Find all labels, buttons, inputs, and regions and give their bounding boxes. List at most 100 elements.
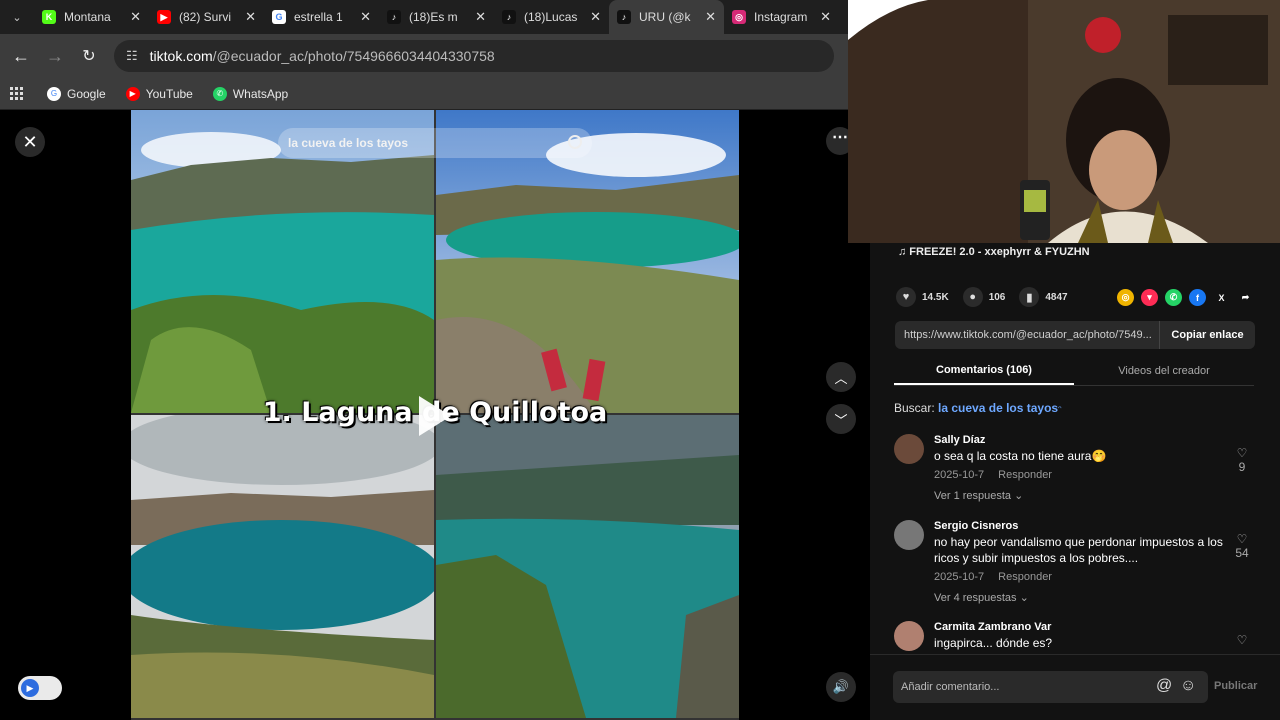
extension-toggle[interactable]: ▶ xyxy=(18,676,62,700)
photo-collage[interactable]: la cueva de los tayos 1. Laguna de Quill… xyxy=(131,110,739,720)
next-down-icon[interactable]: ﹀ xyxy=(826,404,856,434)
close-tab-icon[interactable]: ✕ xyxy=(360,9,371,25)
url-path: /@ecuador_ac/photo/7549666034404330758 xyxy=(212,48,495,64)
emoji-icon[interactable]: ☺ xyxy=(1180,677,1196,695)
tab-title: (18)Lucas xyxy=(524,10,578,24)
photo-search-suggestion[interactable]: la cueva de los tayos xyxy=(278,128,592,158)
avatar[interactable] xyxy=(894,434,924,464)
browser-tab-bar: ⌄ K Montana ✕ ▶ (82) Survi ✕ Gestrella 1 ✕ ♪ (18)… xyxy=(0,0,848,34)
browser-tab[interactable]: ♪ URU (@k ✕ xyxy=(609,0,724,34)
comment-action[interactable]: ● 106 xyxy=(962,287,1006,307)
post-actions: ♥ 14.5K ● 106 ▮ 4847 xyxy=(896,287,1082,307)
reply-link[interactable]: Responder xyxy=(998,469,1052,481)
comment-text: o sea q la costa no tiene aura🤭 xyxy=(934,449,1107,463)
tiktok-icon: ♪ xyxy=(387,10,401,24)
volume-icon[interactable]: 🔊 xyxy=(826,672,856,702)
view-replies[interactable]: Ver 4 respuestas ⌄ xyxy=(934,591,1224,604)
send-icon[interactable]: ▾ xyxy=(1141,289,1158,306)
browser-tab[interactable]: ◎ Instagram ✕ xyxy=(724,0,839,34)
comment-user[interactable]: Sally Díaz xyxy=(934,434,1224,446)
search-term[interactable]: la cueva de los tayos xyxy=(938,401,1058,415)
screen: ⌄ K Montana ✕ ▶ (82) Survi ✕ Gestrella 1 ✕ ♪ (18)… xyxy=(0,0,1280,720)
panel-tabs: Comentarios (106) Videos del creador xyxy=(894,356,1254,386)
back-arrow-icon[interactable]: ← xyxy=(4,39,38,73)
browser-tab[interactable]: ♪ (18)Lucas ✕ xyxy=(494,0,609,34)
search-icon[interactable] xyxy=(568,135,582,149)
browser-tab[interactable]: ♪ (18)Es m ✕ xyxy=(379,0,494,34)
browser-tab[interactable]: ▶ (82) Survi ✕ xyxy=(149,0,264,34)
like-action[interactable]: ♥ 14.5K xyxy=(896,287,949,307)
comment-text: no hay peor vandalismo que perdonar impu… xyxy=(934,535,1223,565)
embed-icon[interactable]: ◎ xyxy=(1117,289,1134,306)
comment-like[interactable]: ♡ 9 xyxy=(1230,446,1254,474)
comment-placeholder: Añadir comentario... xyxy=(901,681,1000,693)
comment-date: 2025-10-7 xyxy=(934,571,985,583)
bookmark-item[interactable]: ✆ WhatsApp xyxy=(212,86,288,101)
tab-title: Instagram xyxy=(754,10,808,24)
apps-grid-icon[interactable] xyxy=(10,87,23,100)
share-arrow-icon[interactable]: ➦ xyxy=(1237,289,1254,306)
music-title[interactable]: ♫ FREEZE! 2.0 - xxephyrr & FYUZHN xyxy=(898,246,1090,258)
post-link: https://www.tiktok.com/@ecuador_ac/photo… xyxy=(895,321,1255,349)
comment-like[interactable]: ♡ 54 xyxy=(1230,532,1254,560)
search-label: Buscar: xyxy=(894,401,935,415)
extension-knob-icon: ▶ xyxy=(21,679,39,697)
bookmark-icon: ▮ xyxy=(1019,287,1040,307)
close-tab-icon[interactable]: ✕ xyxy=(475,9,486,25)
play-icon[interactable] xyxy=(419,396,451,436)
bookmark-item[interactable]: ▶ YouTube xyxy=(125,86,193,101)
avatar[interactable] xyxy=(894,621,924,651)
youtube-icon: ▶ xyxy=(125,86,140,101)
comment-date: 2025-10-7 xyxy=(934,469,985,481)
copy-link-button[interactable]: Copiar enlace xyxy=(1159,321,1255,349)
browser-toolbar: ← → ↻ ☷ tiktok.com/@ecuador_ac/photo/754… xyxy=(0,34,848,78)
forward-arrow-icon[interactable]: → xyxy=(38,39,72,73)
reload-icon[interactable]: ↻ xyxy=(72,39,106,73)
save-action[interactable]: ▮ 4847 xyxy=(1019,287,1068,307)
lake-photo-3 xyxy=(131,415,434,718)
comment-input[interactable]: Añadir comentario... @ ☺ xyxy=(893,671,1208,703)
mention-icon[interactable]: @ xyxy=(1156,677,1172,695)
previous-up-icon[interactable]: ︿ xyxy=(826,362,856,392)
comment-count: 106 xyxy=(988,291,1006,303)
avatar[interactable] xyxy=(894,520,924,550)
youtube-icon: ▶ xyxy=(157,10,171,24)
save-count: 4847 xyxy=(1045,291,1068,303)
comment-like[interactable]: ♡ xyxy=(1230,633,1254,647)
post-comment-button[interactable]: Publicar xyxy=(1214,680,1257,692)
close-tab-icon[interactable]: ✕ xyxy=(245,9,256,25)
photo-viewer: ✕ la cueva de los tayos 1. Laguna de Qui… xyxy=(0,110,870,720)
comment-user[interactable]: Carmita Zambrano Var xyxy=(934,621,1224,633)
tab-creator-videos[interactable]: Videos del creador xyxy=(1074,356,1254,385)
webcam-overlay xyxy=(848,0,1280,243)
close-tab-icon[interactable]: ✕ xyxy=(705,9,716,25)
photo-search-text: la cueva de los tayos xyxy=(288,136,409,150)
facebook-icon[interactable]: f xyxy=(1189,289,1206,306)
browser-tab[interactable]: K Montana ✕ xyxy=(34,0,149,34)
x-icon[interactable]: X xyxy=(1213,289,1230,306)
comment-search-suggestion[interactable]: Buscar: la cueva de los tayosᵔ xyxy=(894,401,1062,415)
address-bar[interactable]: ☷ tiktok.com/@ecuador_ac/photo/754966603… xyxy=(114,40,834,72)
bookmark-item[interactable]: G Google xyxy=(47,86,106,101)
search-icon: ᵔ xyxy=(1058,404,1062,414)
view-replies[interactable]: Ver 1 respuesta ⌄ xyxy=(934,489,1224,502)
tiktok-icon: ♪ xyxy=(502,10,516,24)
tab-comments[interactable]: Comentarios (106) xyxy=(894,356,1074,385)
close-icon[interactable]: ✕ xyxy=(15,127,45,157)
tab-title: URU (@k xyxy=(639,10,691,24)
heart-outline-icon: ♡ xyxy=(1236,633,1248,647)
site-settings-icon[interactable]: ☷ xyxy=(126,48,138,64)
comment-user[interactable]: Sergio Cisneros xyxy=(934,520,1224,532)
browser-tab[interactable]: Gestrella 1 ✕ xyxy=(264,0,379,34)
reply-link[interactable]: Responder xyxy=(998,571,1052,583)
comment-composer: Añadir comentario... @ ☺ Publicar xyxy=(870,654,1280,720)
tab-search-chevron-icon[interactable]: ⌄ xyxy=(0,0,34,34)
comment-body: Sergio Cisneros no hay peor vandalismo qu… xyxy=(934,520,1224,604)
post-link-text: https://www.tiktok.com/@ecuador_ac/photo… xyxy=(904,329,1152,341)
lake-photo-4 xyxy=(436,415,739,718)
comment-meta: 2025-10-7 Responder xyxy=(934,571,1224,583)
close-tab-icon[interactable]: ✕ xyxy=(820,9,831,25)
close-tab-icon[interactable]: ✕ xyxy=(590,9,601,25)
whatsapp-icon[interactable]: ✆ xyxy=(1165,289,1182,306)
close-tab-icon[interactable]: ✕ xyxy=(130,9,141,25)
